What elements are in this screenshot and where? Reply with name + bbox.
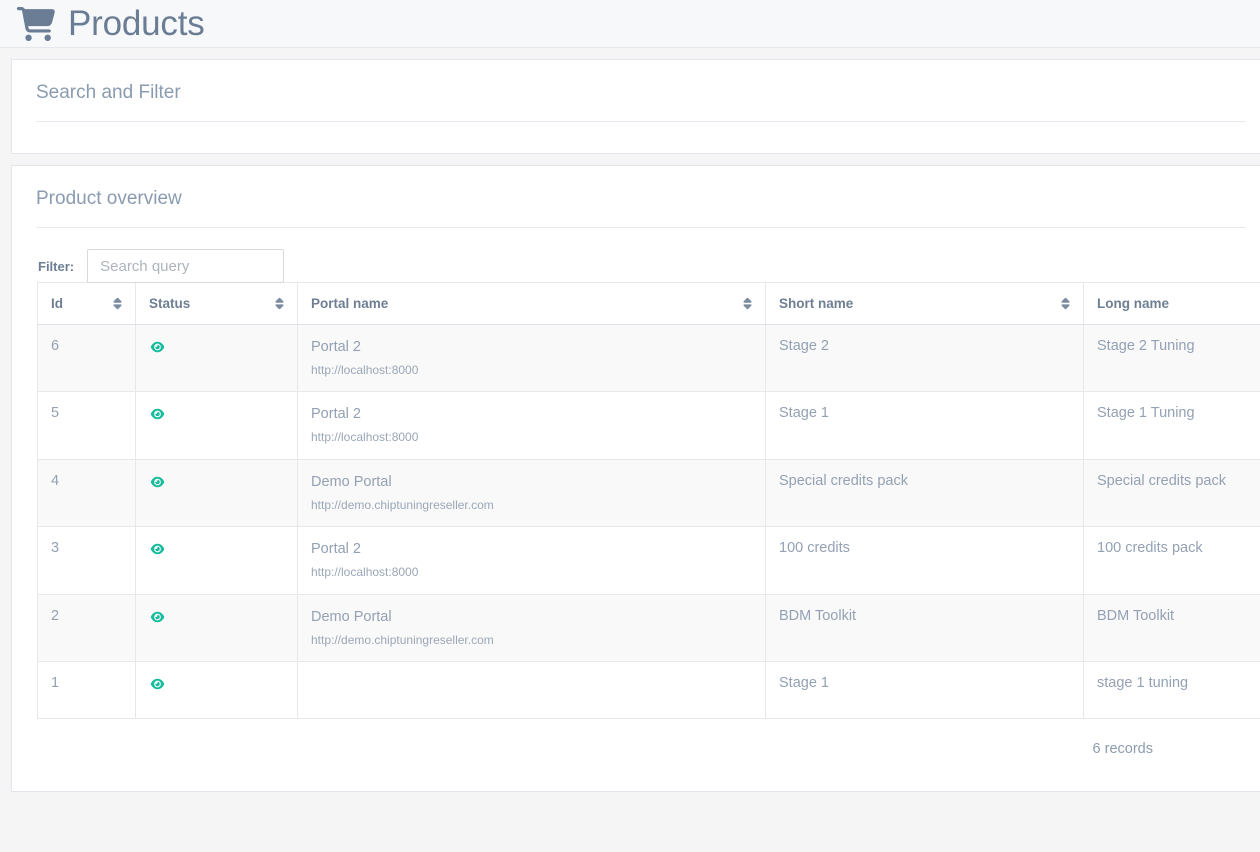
table-row[interactable]: 3 Portal 2 http://localhost:8000 100 cre… [37, 526, 1260, 595]
eye-icon[interactable] [149, 678, 166, 690]
cell-long-name: BDM Toolkit [1083, 593, 1260, 663]
portal-url-text: http://localhost:8000 [311, 565, 419, 580]
cell-status [135, 323, 298, 393]
cell-id: 2 [37, 593, 136, 663]
portal-name-text: Demo Portal [311, 473, 392, 490]
page-header: Products [0, 0, 1260, 48]
search-panel-heading: Search and Filter [12, 60, 1260, 122]
eye-icon[interactable] [149, 408, 166, 420]
cell-status [135, 391, 298, 460]
column-header-id-label: Id [51, 295, 63, 311]
table-row[interactable]: 4 Demo Portal http://demo.chiptuningrese… [37, 458, 1260, 528]
eye-icon[interactable] [149, 543, 166, 555]
eye-icon[interactable] [149, 476, 166, 488]
column-header-short-name-label: Short name [779, 295, 854, 311]
products-table-head: Id Status Portal name Short name Long na… [37, 281, 1260, 325]
products-table: Id Status Portal name Short name Long na… [37, 281, 1260, 720]
product-overview-panel: Product overview Filter: Id [11, 164, 1260, 793]
filter-label: Filter: [38, 258, 75, 274]
search-and-filter-panel: Search and Filter [11, 59, 1260, 154]
cell-long-name: stage 1 tuning [1083, 661, 1260, 720]
cell-long-name: 100 credits pack [1083, 526, 1260, 595]
eye-icon[interactable] [149, 341, 166, 353]
cell-long-name: Stage 2 Tuning [1083, 323, 1260, 393]
cell-status [135, 661, 298, 720]
cell-short-name: Special credits pack [765, 458, 1084, 528]
sort-icon[interactable] [742, 297, 753, 310]
page-title: Products [68, 4, 205, 43]
portal-name-text: Portal 2 [311, 541, 361, 558]
cell-status [135, 526, 298, 595]
cell-portal-name: Demo Portal http://demo.chiptuningresell… [297, 593, 766, 663]
cell-short-name: Stage 1 [765, 391, 1084, 460]
table-row[interactable]: 2 Demo Portal http://demo.chiptuningrese… [37, 593, 1260, 663]
overview-panel-heading: Product overview [12, 166, 1260, 228]
cell-id: 3 [37, 526, 136, 595]
table-header-row: Id Status Portal name Short name Long na… [37, 281, 1260, 325]
cell-id: 4 [37, 458, 136, 528]
search-input[interactable] [87, 249, 285, 284]
portal-url-text: http://demo.chiptuningreseller.com [311, 497, 494, 512]
filter-bar: Filter: [12, 228, 1260, 284]
cell-status [135, 593, 298, 663]
products-table-wrap: Id Status Portal name Short name Long na… [12, 281, 1260, 720]
cell-id: 6 [37, 323, 136, 393]
products-table-body: 6 Portal 2 http://localhost:8000 Stage 2… [37, 323, 1260, 720]
column-header-status-label: Status [149, 295, 191, 311]
search-panel-title: Search and Filter [36, 82, 1246, 122]
cell-id: 1 [37, 661, 136, 720]
cell-id: 5 [37, 391, 136, 460]
portal-url-text: http://localhost:8000 [311, 362, 419, 377]
cell-portal-name: Portal 2 http://localhost:8000 [297, 323, 766, 393]
cell-long-name: Special credits pack [1083, 458, 1260, 528]
record-count: 6 records [1092, 741, 1153, 758]
cell-short-name: Stage 1 [765, 661, 1084, 720]
table-row[interactable]: 1 Stage 1 stage 1 tuning [37, 661, 1260, 720]
sort-icon[interactable] [112, 297, 123, 310]
cell-short-name: BDM Toolkit [765, 593, 1084, 663]
portal-url-text: http://localhost:8000 [311, 430, 419, 445]
cell-portal-name [297, 661, 766, 720]
column-header-long-name-label: Long name [1097, 295, 1170, 311]
sort-icon[interactable] [1060, 297, 1071, 310]
cell-short-name: 100 credits [765, 526, 1084, 595]
table-row[interactable]: 6 Portal 2 http://localhost:8000 Stage 2… [37, 323, 1260, 393]
cell-status [135, 458, 298, 528]
portal-name-text: Demo Portal [311, 608, 392, 625]
overview-panel-title: Product overview [36, 188, 1246, 228]
search-panel-body [12, 122, 1260, 153]
shopping-cart-icon [16, 6, 55, 41]
column-header-portal-name[interactable]: Portal name [297, 281, 766, 325]
eye-icon[interactable] [149, 611, 166, 623]
table-row[interactable]: 5 Portal 2 http://localhost:8000 Stage 1… [37, 391, 1260, 460]
column-header-portal-name-label: Portal name [311, 295, 389, 311]
cell-short-name: Stage 2 [765, 323, 1084, 393]
column-header-long-name[interactable]: Long name [1083, 281, 1260, 325]
column-header-status[interactable]: Status [135, 281, 298, 325]
column-header-id[interactable]: Id [37, 281, 136, 325]
portal-url-text: http://demo.chiptuningreseller.com [311, 632, 494, 647]
cell-portal-name: Portal 2 http://localhost:8000 [297, 391, 766, 460]
sort-icon[interactable] [274, 297, 285, 310]
cell-portal-name: Portal 2 http://localhost:8000 [297, 526, 766, 595]
portal-name-text: Portal 2 [311, 406, 361, 423]
column-header-short-name[interactable]: Short name [765, 281, 1084, 325]
cell-long-name: Stage 1 Tuning [1083, 391, 1260, 460]
portal-name-text: Portal 2 [311, 338, 361, 355]
cell-portal-name: Demo Portal http://demo.chiptuningresell… [297, 458, 766, 528]
